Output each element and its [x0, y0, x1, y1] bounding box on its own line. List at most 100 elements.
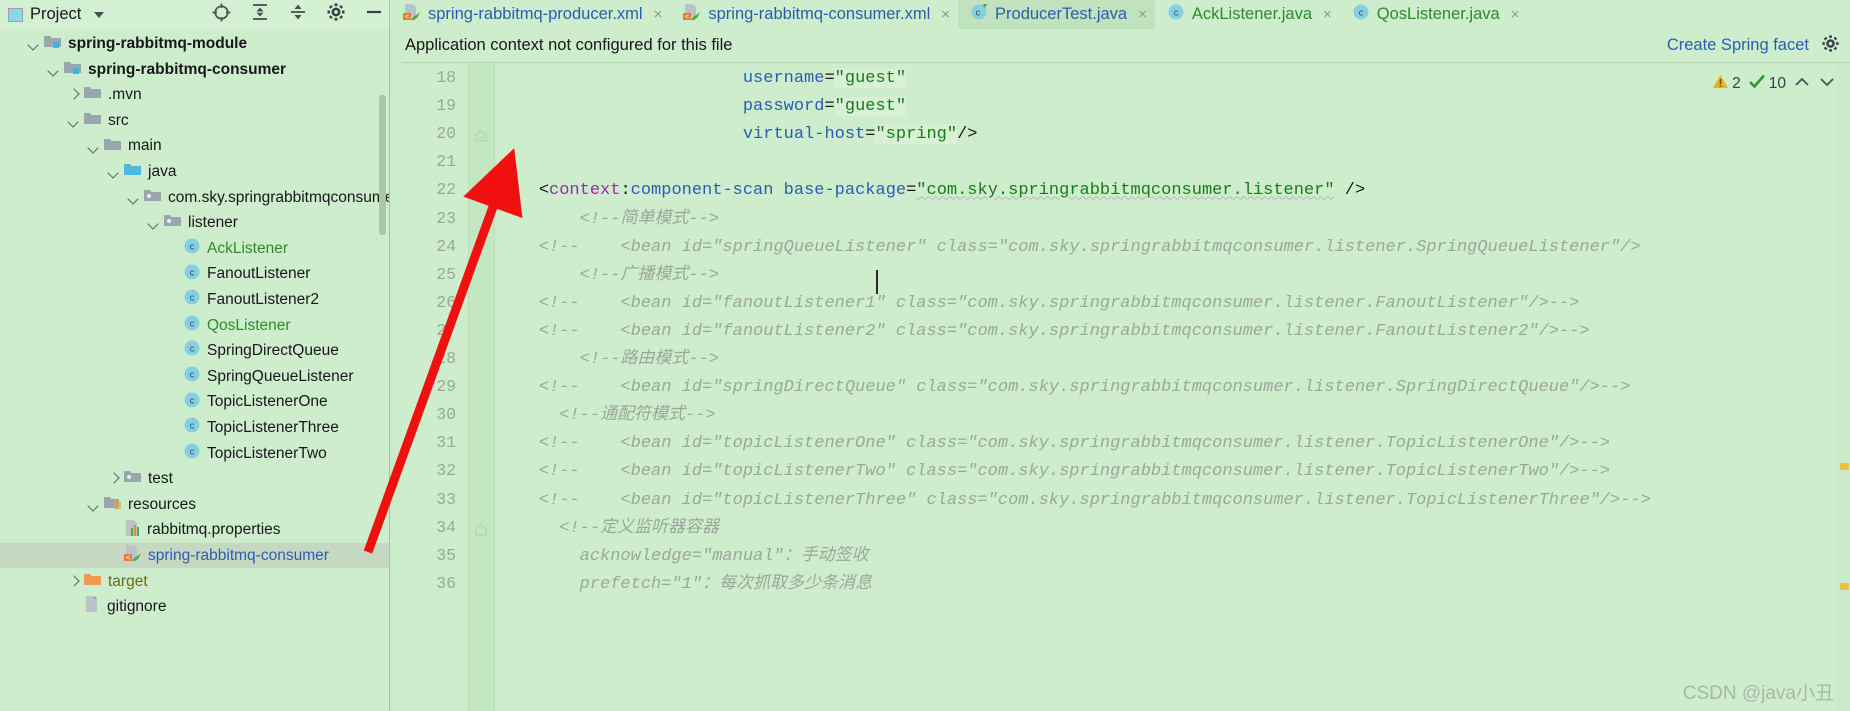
close-icon[interactable]: × — [1138, 7, 1147, 22]
tree-node[interactable]: target — [0, 568, 390, 594]
line-number: 20 — [436, 124, 456, 144]
close-icon[interactable]: × — [941, 7, 950, 22]
chevron-down-icon[interactable] — [146, 215, 161, 230]
tree-node[interactable]: spring-rabbitmq-consumer — [0, 57, 390, 83]
chevron-up-icon[interactable] — [1793, 74, 1811, 95]
tree-node[interactable]: spring-rabbitmq-module — [0, 31, 390, 57]
chevron-down-icon[interactable] — [126, 190, 141, 205]
line-number: 30 — [436, 405, 456, 425]
editor-tab[interactable]: < spring-rabbitmq-producer.xml × — [390, 0, 670, 29]
chevron-down-icon[interactable] — [66, 113, 81, 128]
editor-tab[interactable]: c AckListener.java × — [1155, 0, 1340, 29]
editor-tab[interactable]: c QosListener.java × — [1340, 0, 1528, 29]
chevron-right-icon[interactable] — [66, 87, 81, 102]
code-line[interactable]: <!--通配符模式--> — [498, 407, 715, 424]
minimize-icon[interactable] — [364, 2, 384, 27]
code-line[interactable]: <!--简单模式--> — [498, 211, 719, 228]
tree-node[interactable]: .mvn — [0, 82, 390, 108]
tree-node[interactable]: resources — [0, 492, 390, 518]
code-line[interactable]: acknowledge="manual"：手动签收 — [498, 548, 869, 565]
chevron-down-icon[interactable] — [86, 497, 101, 512]
code-fold-icon[interactable] — [474, 523, 488, 542]
fold-divider — [494, 63, 495, 711]
project-tree[interactable]: spring-rabbitmq-module spring-rabbitmq-co… — [0, 29, 390, 620]
code-line[interactable]: <!-- <bean id="springQueueListener" clas… — [498, 239, 1641, 256]
tree-node[interactable]: c AckListener — [0, 236, 390, 262]
code-line[interactable]: password="guest" — [498, 97, 907, 117]
tree-node-label: spring-rabbitmq-consumer — [88, 60, 287, 78]
tab-label: spring-rabbitmq-producer.xml — [428, 5, 643, 24]
editor-tab[interactable]: c ProducerTest.java × — [958, 0, 1155, 29]
code-line[interactable]: <!-- <bean id="fanoutListener1" class="c… — [498, 295, 1580, 312]
code-line[interactable]: <!-- <bean id="topicListenerOne" class="… — [498, 435, 1610, 452]
tree-node[interactable]: c SpringDirectQueue — [0, 338, 390, 364]
code-line[interactable]: <!-- <bean id="fanoutListener2" class="c… — [498, 323, 1590, 340]
collapse-all-icon[interactable] — [288, 2, 308, 27]
spring-bean-gutter-icon[interactable] — [472, 181, 492, 206]
chevron-down-icon[interactable] — [26, 36, 41, 51]
tree-node[interactable]: rabbitmq.properties — [0, 517, 390, 543]
tree-node[interactable]: gitignore — [0, 594, 390, 620]
ok-count-group[interactable]: 10 — [1748, 73, 1786, 95]
line-number: 24 — [436, 236, 456, 256]
code-line[interactable]: <!-- <bean id="topicListenerThree" class… — [498, 492, 1651, 509]
tree-node[interactable]: c TopicListenerOne — [0, 389, 390, 415]
code-line[interactable]: <!--定义监听器容器 — [498, 520, 719, 537]
target-folder-icon — [83, 571, 102, 592]
target-icon[interactable] — [211, 2, 232, 28]
chevron-down-icon[interactable] — [46, 62, 61, 77]
editor-scrollbar[interactable] — [1838, 63, 1850, 711]
tree-node[interactable]: < spring-rabbitmq-consumer — [0, 542, 390, 569]
code-editor[interactable]: 18 19 20 21 22 23 24 25 26 27 28 29 30 31 32 33 34 35 36 u… — [402, 63, 1850, 711]
code-line[interactable]: <!-- <bean id="springDirectQueue" class=… — [498, 379, 1631, 396]
tree-node[interactable]: c TopicListenerTwo — [0, 441, 390, 467]
properties-file-icon — [123, 519, 141, 542]
code-line[interactable]: virtual-host="spring"/> — [498, 125, 978, 145]
tree-node[interactable]: c TopicListenerThree — [0, 415, 390, 441]
line-number: 27 — [436, 320, 456, 340]
code-line[interactable]: <context:component-scan base-package="co… — [498, 182, 1365, 199]
editor-gutter[interactable]: 18 19 20 21 22 23 24 25 26 27 28 29 30 31 32 33 34 35 36 — [402, 63, 468, 711]
project-title-button[interactable]: Project — [8, 5, 105, 24]
tree-node[interactable]: com.sky.springrabbitmqconsumer — [0, 185, 390, 211]
java-class-icon: c — [183, 237, 201, 260]
tree-node[interactable]: c QosListener — [0, 313, 390, 339]
editor-tab-bar: < spring-rabbitmq-producer.xml × < spring-ra… — [390, 0, 1850, 29]
tree-node[interactable]: test — [0, 466, 390, 492]
warning-marker[interactable] — [1840, 463, 1849, 470]
code-line[interactable]: <!--广播模式--> — [498, 267, 719, 284]
gear-icon[interactable] — [326, 2, 346, 27]
chevron-right-icon[interactable] — [106, 471, 121, 486]
tree-node[interactable]: java — [0, 159, 390, 185]
project-scrollbar[interactable] — [379, 95, 386, 235]
tree-node[interactable]: c SpringQueueListener — [0, 364, 390, 390]
chevron-down-icon[interactable] — [86, 139, 101, 154]
close-icon[interactable]: × — [654, 7, 663, 22]
chevron-down-icon[interactable] — [1818, 74, 1836, 95]
tree-no-arrow — [166, 267, 181, 282]
tree-node[interactable]: c FanoutListener — [0, 261, 390, 287]
chevron-right-icon[interactable] — [66, 574, 81, 589]
create-spring-facet-link[interactable]: Create Spring facet — [1667, 36, 1809, 55]
code-line[interactable]: username="guest" — [498, 69, 907, 88]
tree-node[interactable]: main — [0, 133, 390, 159]
folder-icon — [103, 136, 122, 157]
code-fold-icon[interactable] — [474, 129, 488, 148]
code-line[interactable]: prefetch="1"：每次抓取多少条消息 — [498, 576, 872, 593]
code-line[interactable]: <!-- <bean id="topicListenerTwo" class="… — [498, 463, 1610, 480]
editor-tab[interactable]: < spring-rabbitmq-consumer.xml × — [670, 0, 958, 29]
gear-icon[interactable] — [1821, 34, 1840, 58]
close-icon[interactable]: × — [1511, 7, 1520, 22]
tree-node[interactable]: listener — [0, 210, 390, 236]
warning-marker[interactable] — [1840, 583, 1849, 590]
tree-node[interactable]: c FanoutListener2 — [0, 287, 390, 313]
warning-count-group[interactable]: 2 — [1712, 73, 1741, 95]
code-line[interactable]: <!--路由模式--> — [498, 351, 719, 368]
tree-node[interactable]: src — [0, 108, 390, 134]
expand-all-icon[interactable] — [250, 2, 270, 27]
chevron-down-icon[interactable] — [106, 164, 121, 179]
close-icon[interactable]: × — [1323, 7, 1332, 22]
chevron-down-icon[interactable] — [94, 11, 105, 18]
line-number: 26 — [436, 292, 456, 312]
